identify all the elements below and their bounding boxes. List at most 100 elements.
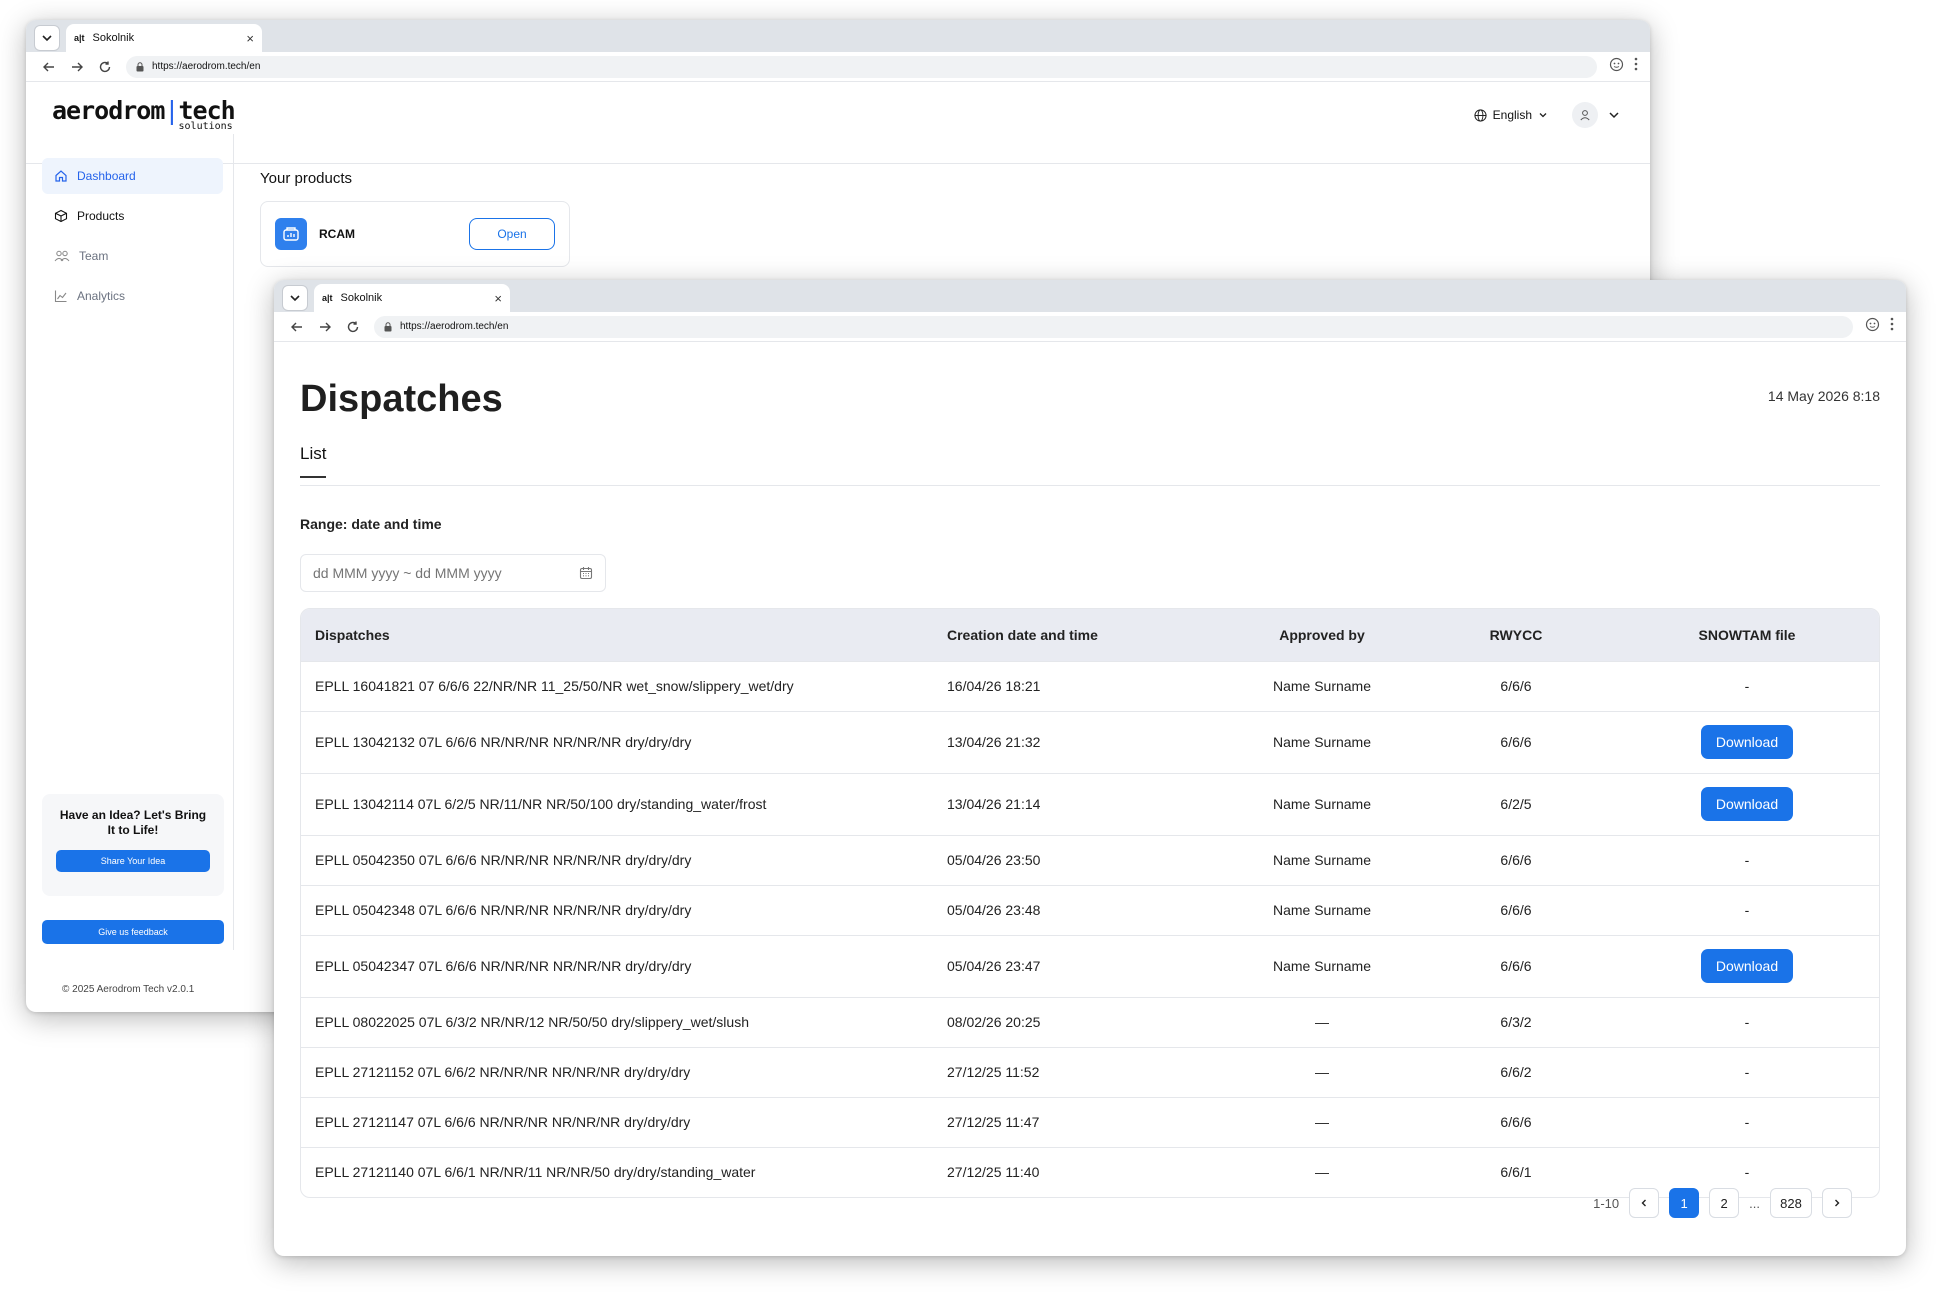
share-idea-button[interactable]: Share Your Idea [56, 850, 210, 872]
tabs-row: List [300, 444, 1880, 486]
kebab-menu-icon[interactable] [1634, 57, 1638, 76]
approved-by-cell: — [1227, 1096, 1417, 1147]
sidebar-item-label: Team [79, 249, 109, 263]
extension-icon[interactable] [1865, 317, 1880, 337]
lock-icon [384, 321, 392, 332]
created-cell: 27/12/25 11:47 [933, 1096, 1227, 1147]
open-product-button[interactable]: Open [469, 218, 555, 250]
dispatch-cell: EPLL 13042132 07L 6/6/6 NR/NR/NR NR/NR/N… [301, 710, 933, 773]
column-header-dispatches: Dispatches [315, 626, 390, 643]
rcam-product-icon [275, 218, 307, 250]
rwycc-cell: 6/6/6 [1417, 934, 1615, 997]
approved-by-cell: — [1227, 996, 1417, 1047]
tab-list-dropdown[interactable] [34, 25, 60, 51]
reload-icon[interactable] [342, 316, 364, 338]
date-range-input[interactable] [313, 565, 579, 581]
page-button-1[interactable]: 1 [1669, 1188, 1700, 1218]
date-range-picker[interactable] [300, 554, 606, 592]
url-bar[interactable]: https://aerodrom.tech/en [126, 55, 1597, 78]
rwycc-cell: 6/6/6 [1417, 710, 1615, 773]
snowtam-file-cell: - [1615, 884, 1879, 935]
close-tab-icon[interactable]: × [246, 31, 254, 46]
favicon: a|t [74, 33, 85, 43]
approved-by-cell: Name Surname [1227, 834, 1417, 885]
tab-title: Sokolnik [340, 292, 383, 304]
no-file-dash: - [1744, 1014, 1750, 1030]
current-datetime: 14 May 2026 8:18 [1767, 388, 1880, 404]
sidebar-item-label: Analytics [77, 289, 126, 303]
logo-text-a: aerodrom [52, 96, 165, 125]
rwycc-cell: 6/6/6 [1417, 884, 1615, 935]
table-row: EPLL 05042348 07L 6/6/6 NR/NR/NR NR/NR/N… [301, 884, 1879, 935]
no-file-dash: - [1744, 1114, 1750, 1130]
dispatch-cell: EPLL 27121140 07L 6/6/1 NR/NR/11 NR/NR/5… [301, 1146, 933, 1197]
table-row: EPLL 05042350 07L 6/6/6 NR/NR/NR NR/NR/N… [301, 834, 1879, 885]
download-snowtam-button[interactable]: Download [1701, 725, 1793, 759]
sidebar-item-products[interactable]: Products [42, 198, 223, 234]
rwycc-cell: 6/6/6 [1417, 1096, 1615, 1147]
url-text: https://aerodrom.tech/en [152, 61, 261, 72]
forward-arrow-icon[interactable] [66, 56, 88, 78]
chevron-right-icon [1835, 1199, 1840, 1207]
calendar-icon[interactable] [579, 566, 593, 580]
dispatch-cell: EPLL 27121147 07L 6/6/6 NR/NR/NR NR/NR/N… [301, 1096, 933, 1147]
created-cell: 13/04/26 21:32 [933, 710, 1227, 773]
dispatch-cell: EPLL 05042347 07L 6/6/6 NR/NR/NR NR/NR/N… [301, 934, 933, 997]
sidebar-item-analytics[interactable]: Analytics [42, 278, 223, 314]
snowtam-file-cell: - [1615, 834, 1879, 885]
download-snowtam-button[interactable]: Download [1701, 949, 1793, 983]
url-bar[interactable]: https://aerodrom.tech/en [374, 315, 1853, 338]
dispatch-cell: EPLL 16041821 07 6/6/6 22/NR/NR 11_25/50… [301, 660, 933, 711]
user-icon [1580, 110, 1590, 121]
feedback-button[interactable]: Give us feedback [42, 920, 224, 944]
dispatches-table: Dispatches Creation date and time Approv… [300, 608, 1880, 1198]
reload-icon[interactable] [94, 56, 116, 78]
avatar [1572, 102, 1598, 128]
tab-list-dropdown[interactable] [282, 285, 308, 311]
product-card: RCAM Open [260, 201, 570, 267]
snowtam-file-cell: - [1615, 1096, 1879, 1147]
pagination: 1-10 1 2 ... 828 [1593, 1188, 1852, 1218]
user-menu[interactable] [1572, 102, 1620, 128]
created-cell: 16/04/26 18:21 [933, 660, 1227, 711]
chevron-left-icon [1641, 1199, 1647, 1207]
chart-icon [54, 290, 67, 303]
tab-strip: a|t Sokolnik × [274, 280, 1906, 312]
pagination-ellipsis: ... [1749, 1195, 1760, 1211]
address-bar-row: https://aerodrom.tech/en [274, 312, 1906, 342]
app-header: aerodrom|tech solutions English [26, 82, 1650, 164]
pagination-range: 1-10 [1593, 1195, 1620, 1211]
browser-tab[interactable]: a|t Sokolnik × [314, 284, 510, 312]
kebab-menu-icon[interactable] [1890, 317, 1894, 336]
extension-icon[interactable] [1609, 57, 1624, 77]
prev-page-button[interactable] [1629, 1188, 1660, 1218]
tab-list[interactable]: List [300, 444, 327, 478]
page-button-last[interactable]: 828 [1770, 1188, 1812, 1218]
product-name: RCAM [319, 227, 355, 241]
back-arrow-icon[interactable] [286, 316, 308, 338]
language-selector[interactable]: English [1474, 108, 1548, 122]
sidebar-item-team[interactable]: Team [42, 238, 223, 274]
approved-by-cell: Name Surname [1227, 710, 1417, 773]
browser-tab[interactable]: a|t Sokolnik × [66, 24, 262, 52]
chevron-down-icon [1539, 113, 1547, 118]
rwycc-cell: 6/6/6 [1417, 660, 1615, 711]
chevron-down-icon [42, 35, 52, 42]
sidebar-item-dashboard[interactable]: Dashboard [42, 158, 223, 194]
download-snowtam-button[interactable]: Download [1701, 787, 1793, 821]
range-label: Range: date and time [300, 516, 442, 532]
snowtam-file-cell: Download [1615, 710, 1879, 773]
back-arrow-icon[interactable] [38, 56, 60, 78]
page-button-2[interactable]: 2 [1709, 1188, 1740, 1218]
created-cell: 13/04/26 21:14 [933, 772, 1227, 835]
next-page-button[interactable] [1822, 1188, 1852, 1218]
forward-arrow-icon[interactable] [314, 316, 336, 338]
rwycc-cell: 6/6/2 [1417, 1046, 1615, 1097]
column-header-rwycc: RWYCC [1489, 626, 1543, 643]
sidebar-item-label: Products [77, 209, 125, 223]
aerodrom-tech-logo[interactable]: aerodrom|tech solutions [52, 96, 236, 132]
no-file-dash: - [1744, 1164, 1750, 1181]
close-tab-icon[interactable]: × [494, 291, 502, 306]
approved-by-cell: Name Surname [1227, 934, 1417, 997]
favicon: a|t [322, 293, 333, 303]
